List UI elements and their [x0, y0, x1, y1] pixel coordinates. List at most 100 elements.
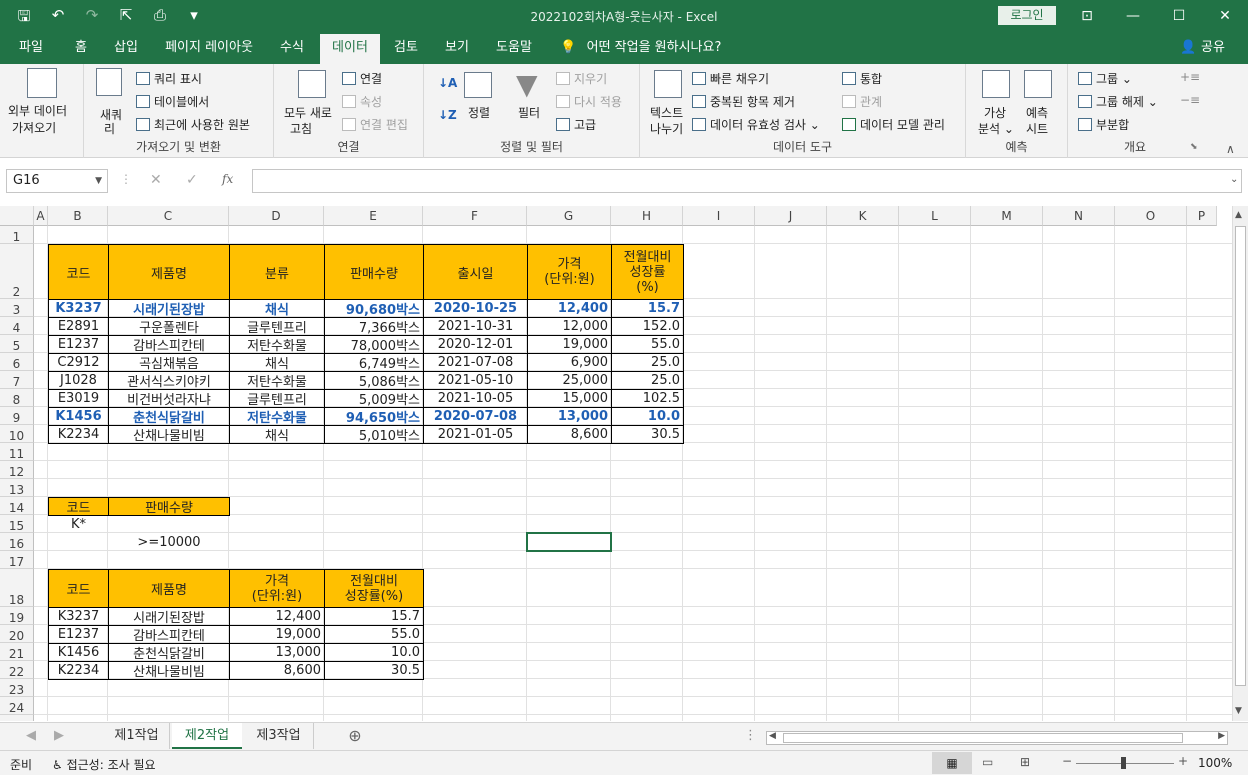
table-cell[interactable]: 채식: [229, 425, 325, 444]
result-header-cell[interactable]: 코드: [48, 569, 109, 608]
table-cell[interactable]: 94,650박스: [324, 407, 424, 426]
forecast-label2[interactable]: 시트: [1026, 120, 1048, 137]
result-cell[interactable]: 19,000: [229, 625, 325, 644]
table-cell[interactable]: 12,400: [527, 299, 612, 318]
from-table-button[interactable]: 테이블에서: [136, 93, 209, 110]
minimize-icon[interactable]: —: [1110, 0, 1156, 32]
table-header-cell[interactable]: 분류: [229, 244, 325, 300]
column-header-N[interactable]: N: [1043, 206, 1115, 226]
row-header-7[interactable]: 7: [0, 371, 34, 389]
result-cell[interactable]: 13,000: [229, 643, 325, 662]
share-button[interactable]: 공유: [1198, 32, 1228, 64]
result-header-cell[interactable]: 가격 (단위:원): [229, 569, 325, 608]
filter-button[interactable]: 필터: [518, 104, 540, 121]
tab-help[interactable]: 도움말: [488, 32, 540, 64]
sheet-tab-3[interactable]: 제3작업: [244, 723, 314, 749]
what-if-label[interactable]: 가상: [984, 104, 1006, 121]
name-box[interactable]: G16 ▼: [6, 169, 108, 193]
sort-button[interactable]: 정렬: [468, 104, 490, 121]
table-cell[interactable]: 12,000: [527, 317, 612, 336]
table-cell[interactable]: 시래기된장밥: [108, 299, 230, 318]
row-header-5[interactable]: 5: [0, 335, 34, 353]
name-box-dropdown-icon[interactable]: ▼: [95, 170, 102, 192]
table-cell[interactable]: 관서식스키야키: [108, 371, 230, 390]
row-header-8[interactable]: 8: [0, 389, 34, 407]
tab-view[interactable]: 보기: [436, 32, 478, 64]
row-header-3[interactable]: 3: [0, 299, 34, 317]
scroll-left-icon[interactable]: ◀: [769, 731, 776, 741]
recent-sources-button[interactable]: 최근에 사용한 원본: [136, 116, 250, 133]
column-header-B[interactable]: B: [48, 206, 108, 226]
table-cell[interactable]: 78,000박스: [324, 335, 424, 354]
row-header-12[interactable]: 12: [0, 461, 34, 479]
result-cell[interactable]: K3237: [48, 607, 109, 626]
column-header-O[interactable]: O: [1115, 206, 1187, 226]
criteria-cell[interactable]: >=10000: [108, 533, 230, 552]
clear-button[interactable]: 지우기: [556, 70, 607, 87]
table-cell[interactable]: 구운폴렌타: [108, 317, 230, 336]
table-cell[interactable]: 2021-10-31: [423, 317, 528, 336]
tab-data[interactable]: 데이터: [320, 34, 380, 64]
vertical-scrollbar[interactable]: ▲ ▼: [1232, 206, 1248, 721]
table-cell[interactable]: 6,900: [527, 353, 612, 372]
result-cell[interactable]: 춘천식닭갈비: [108, 643, 230, 662]
result-cell[interactable]: 55.0: [324, 625, 424, 644]
worksheet-grid[interactable]: A B C D E F G H I J K L M N O P 1 2 3 4 5 6 7 8 9 10 11 12 13 14 15 16 1…: [0, 206, 1232, 721]
forecast-label[interactable]: 예측: [1026, 104, 1048, 121]
table-cell[interactable]: 2021-05-10: [423, 371, 528, 390]
new-query-label2[interactable]: 리: [104, 120, 115, 137]
table-cell[interactable]: 102.5: [611, 389, 684, 408]
table-header-cell[interactable]: 출시일: [423, 244, 528, 300]
insert-function-icon[interactable]: fx: [222, 172, 233, 186]
data-model-button[interactable]: 데이터 모델 관리: [842, 116, 945, 133]
table-cell[interactable]: 글루텐프리: [229, 389, 325, 408]
get-external-data-label2[interactable]: 가져오기: [12, 119, 56, 136]
row-header-14[interactable]: 14: [0, 497, 34, 515]
column-header-I[interactable]: I: [683, 206, 755, 226]
result-cell[interactable]: 12,400: [229, 607, 325, 626]
column-header-E[interactable]: E: [324, 206, 423, 226]
table-cell[interactable]: 채식: [229, 299, 325, 318]
column-header-G[interactable]: G: [527, 206, 611, 226]
page-break-view-icon[interactable]: ⊞: [1020, 755, 1030, 769]
table-header-cell[interactable]: 제품명: [108, 244, 230, 300]
table-cell[interactable]: 저탄수화물: [229, 371, 325, 390]
tab-splitter-icon[interactable]: ⋮: [744, 723, 757, 749]
row-header-22[interactable]: 22: [0, 661, 34, 679]
active-cell-g16[interactable]: [526, 532, 612, 552]
table-cell[interactable]: 13,000: [527, 407, 612, 426]
select-all-corner[interactable]: [0, 206, 34, 226]
sheet-tab-1[interactable]: 제1작업: [104, 723, 170, 749]
maximize-icon[interactable]: ☐: [1156, 0, 1202, 32]
table-header-cell[interactable]: 코드: [48, 244, 109, 300]
tab-insert[interactable]: 삽입: [104, 32, 148, 64]
table-cell[interactable]: 2021-01-05: [423, 425, 528, 444]
column-header-C[interactable]: C: [108, 206, 229, 226]
row-header-24[interactable]: 24: [0, 697, 34, 715]
normal-view-icon[interactable]: ▦: [932, 752, 972, 774]
what-if-label2[interactable]: 분석 ⌄: [978, 120, 1014, 137]
advanced-button[interactable]: 고급: [556, 116, 596, 133]
row-header-15[interactable]: 15: [0, 515, 34, 533]
table-cell[interactable]: 90,680박스: [324, 299, 424, 318]
result-cell[interactable]: 감바스피칸테: [108, 625, 230, 644]
cancel-icon[interactable]: ✕: [150, 172, 162, 188]
reapply-button[interactable]: 다시 적용: [556, 93, 622, 110]
table-cell[interactable]: 55.0: [611, 335, 684, 354]
table-cell[interactable]: 2020-12-01: [423, 335, 528, 354]
table-cell[interactable]: 19,000: [527, 335, 612, 354]
enter-icon[interactable]: ✓: [186, 172, 198, 188]
expand-formula-icon[interactable]: ⌄: [1230, 174, 1238, 185]
tab-page-layout[interactable]: 페이지 레이아웃: [156, 32, 262, 64]
table-cell[interactable]: 저탄수화물: [229, 407, 325, 426]
table-header-cell[interactable]: 판매수량: [324, 244, 424, 300]
table-cell[interactable]: 10.0: [611, 407, 684, 426]
tab-file[interactable]: 파일: [10, 32, 52, 64]
column-header-F[interactable]: F: [423, 206, 527, 226]
zoom-slider-thumb[interactable]: [1121, 757, 1126, 769]
table-cell[interactable]: E3019: [48, 389, 109, 408]
refresh-all-label2[interactable]: 고침: [290, 120, 312, 137]
login-button[interactable]: 로그인: [998, 6, 1056, 25]
table-cell[interactable]: 5,010박스: [324, 425, 424, 444]
tell-me-search[interactable]: 어떤 작업을 원하시나요?: [584, 32, 724, 64]
